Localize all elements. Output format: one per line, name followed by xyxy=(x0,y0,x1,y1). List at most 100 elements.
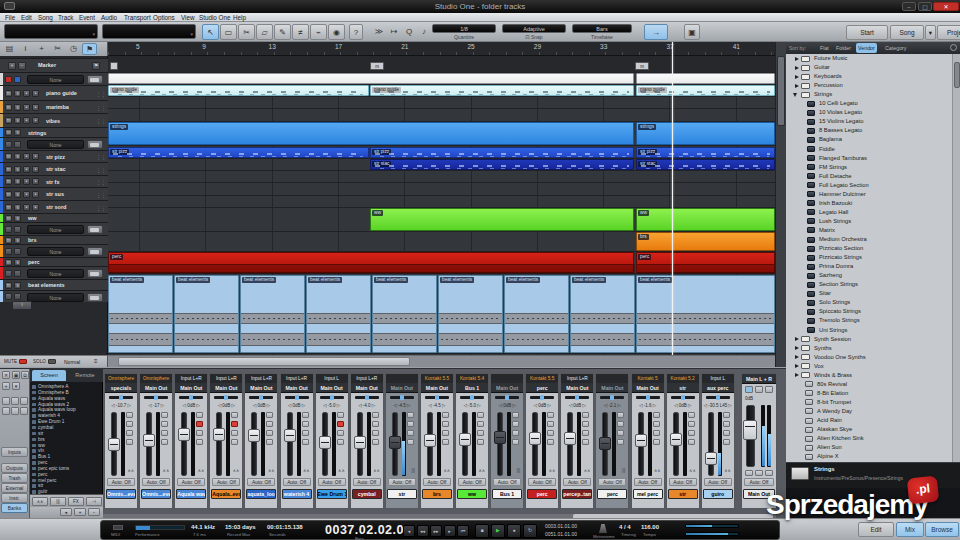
monitor-button[interactable]: • xyxy=(23,90,30,97)
track-row-str pizz[interactable]: ms••str pizz⋮⋮ xyxy=(0,150,108,162)
record-button[interactable]: • xyxy=(32,117,39,124)
folder-icon-button[interactable] xyxy=(87,247,103,256)
play-button[interactable]: ▶ xyxy=(491,524,505,538)
browser-item-spiccato-strings[interactable]: Spiccato Strings xyxy=(786,307,952,316)
group-mute-button[interactable] xyxy=(5,248,12,255)
clock-icon[interactable]: ◷ xyxy=(66,43,81,55)
browser-item-section-strings[interactable]: Section Strings xyxy=(786,280,952,289)
minus-icon[interactable]: − xyxy=(88,508,100,516)
minimize-button[interactable]: – xyxy=(902,2,916,11)
view-option-icon[interactable] xyxy=(20,397,28,405)
solo-button[interactable]: s xyxy=(14,153,21,160)
master-fader-handle[interactable] xyxy=(743,420,757,440)
browser-item-flanged-tamburas[interactable]: Flanged Tamburas xyxy=(786,154,952,163)
mixer-side-instr[interactable]: Instr. xyxy=(1,493,28,503)
master-mini-button[interactable] xyxy=(745,386,753,393)
automation-mode[interactable]: Auto: Off xyxy=(563,478,591,486)
stop-button[interactable]: ■ xyxy=(475,524,489,538)
folder-mute-button[interactable]: m xyxy=(5,259,12,266)
pan-slider[interactable] xyxy=(495,396,519,399)
mute-button[interactable]: m xyxy=(5,117,12,124)
monitor-button[interactable]: • xyxy=(23,104,30,111)
mixer-strip-brs[interactable]: Kontakt 5.5Main Out◁ -4.5 ▷∧∧Auto: Offbr… xyxy=(420,373,454,509)
home-icon[interactable]: ⏮ xyxy=(457,525,469,537)
split-tool[interactable]: ✂ xyxy=(238,24,255,40)
expand-button[interactable]: ⌇ xyxy=(12,301,32,310)
mixer-tab-screen[interactable]: Screen xyxy=(32,370,66,381)
menu-event[interactable]: Event xyxy=(79,13,95,22)
pan-handle[interactable] xyxy=(716,395,720,400)
vertical-scrollbar[interactable] xyxy=(775,42,786,367)
clip-beat-elements[interactable]: beat elements xyxy=(372,275,437,353)
menu-track[interactable]: Track xyxy=(58,13,74,22)
strip-mini-button[interactable] xyxy=(512,412,519,418)
browser-item-full-detache[interactable]: Full Detache xyxy=(786,172,952,181)
menu-options[interactable]: Options xyxy=(153,13,175,22)
browser-item-8-basses-legato[interactable]: 8 Basses Legato xyxy=(786,126,952,135)
group-solo-button[interactable] xyxy=(14,141,21,148)
mixer-strip-perc[interactable]: Kontakt 5.5perc◁ 0dB ▷∧∧Auto: Offperc xyxy=(525,373,559,509)
expand-arrow-icon[interactable] xyxy=(795,355,799,359)
clip-perc[interactable]: perc xyxy=(636,252,775,273)
strip-mini-button[interactable] xyxy=(161,439,168,445)
expand-arrow-icon[interactable] xyxy=(795,84,799,88)
pan-slider[interactable] xyxy=(706,396,730,399)
strip-name[interactable]: waterish 4 xyxy=(282,489,312,499)
strip-mini-button[interactable] xyxy=(688,430,695,436)
marker-tag[interactable] xyxy=(110,62,118,70)
expand-arrow-icon[interactable] xyxy=(795,75,799,79)
pan-handle[interactable] xyxy=(330,395,334,400)
strip-mini-button[interactable] xyxy=(547,430,554,436)
fader-handle[interactable] xyxy=(319,436,331,449)
clip-beat-elements[interactable]: beat elements xyxy=(240,275,305,353)
view-option-icon[interactable] xyxy=(2,407,10,415)
strip-mini-button[interactable] xyxy=(582,430,589,436)
mute-button[interactable]: m xyxy=(5,166,12,173)
close-icon[interactable]: ✕ xyxy=(2,371,10,379)
pan-slider[interactable] xyxy=(214,396,238,399)
mute-button[interactable]: m xyxy=(5,90,12,97)
browser-item-tremolo-strings[interactable]: Tremolo Strings xyxy=(786,316,952,325)
automation-mode[interactable]: Auto: Off xyxy=(142,478,170,486)
strip-mini-button[interactable] xyxy=(231,439,238,445)
pan-slider[interactable] xyxy=(671,396,695,399)
track-row-beat elements[interactable]: msbeat elements xyxy=(0,279,108,290)
arrangement-area[interactable]: mmpiano guidepiano guidepiano guidestrin… xyxy=(108,56,775,355)
pan-handle[interactable] xyxy=(470,395,474,400)
list-icon[interactable]: ▤ xyxy=(2,43,17,55)
strip-mini-button[interactable] xyxy=(512,430,519,436)
strip-mini-button[interactable] xyxy=(547,421,554,427)
plus-icon[interactable]: + xyxy=(74,508,86,516)
fader-track[interactable] xyxy=(251,412,257,476)
pan-handle[interactable] xyxy=(295,395,299,400)
marker-tag[interactable]: m xyxy=(635,62,649,70)
record-button[interactable]: • xyxy=(32,191,39,198)
folder-bus-selector[interactable]: None xyxy=(27,247,84,256)
strip-mini-button[interactable] xyxy=(302,430,309,436)
browser-item-vox[interactable]: Vox xyxy=(786,362,952,371)
menu-audio[interactable]: Audio xyxy=(101,13,117,22)
fader-track[interactable] xyxy=(146,412,152,476)
strip-name[interactable]: guiro xyxy=(703,489,733,499)
pan-handle[interactable] xyxy=(540,395,544,400)
bend-tool[interactable]: ⌁ xyxy=(310,24,327,40)
pan-slider[interactable] xyxy=(320,396,344,399)
strip-mini-button[interactable] xyxy=(126,430,133,436)
strip-mini-button[interactable] xyxy=(442,421,449,427)
browser-item-medium-orchestra[interactable]: Medium Orchestra xyxy=(786,235,952,244)
fader-track[interactable] xyxy=(673,412,679,476)
master-bottom-button[interactable] xyxy=(765,470,773,476)
mixer-strip-guiro[interactable]: Input Laux perc◁ -30.5 L45 ▷∧∧Auto: Offg… xyxy=(701,373,735,509)
levels-icon[interactable]: ||| xyxy=(50,497,66,506)
clip-beat-elements[interactable]: beat elements xyxy=(306,275,371,353)
mixer-strip-mel-perc[interactable]: Kontakt 5Main Out◁ -1.6 ▷∧∧Auto: Offmel … xyxy=(631,373,665,509)
automation-mode[interactable]: Auto: Off xyxy=(598,478,626,486)
pan-slider[interactable] xyxy=(390,396,414,399)
strip-mini-button[interactable] xyxy=(653,430,660,436)
snap-box[interactable]: Adaptive⊡ Snap xyxy=(502,24,566,40)
help-button[interactable]: ? xyxy=(349,24,363,40)
strip-mini-button[interactable] xyxy=(161,421,168,427)
group-solo-button[interactable] xyxy=(14,293,21,300)
solo-button[interactable]: s xyxy=(14,178,21,185)
fader-track[interactable] xyxy=(357,412,363,476)
